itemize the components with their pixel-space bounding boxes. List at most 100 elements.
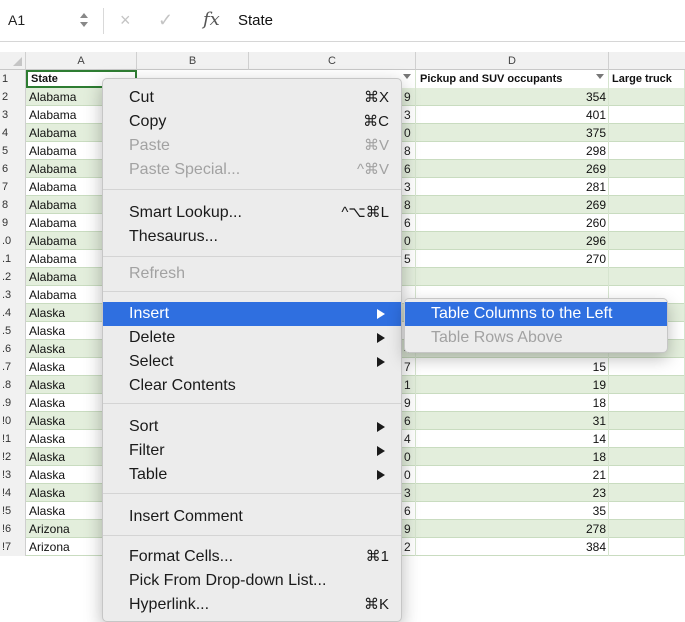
- cell-large-truck[interactable]: [609, 430, 685, 448]
- cell-large-truck[interactable]: [609, 520, 685, 538]
- row-number[interactable]: 8: [0, 196, 26, 214]
- cell-pickup[interactable]: 18: [416, 394, 609, 412]
- row-number[interactable]: !6: [0, 520, 26, 538]
- name-box-stepper-icon[interactable]: [80, 10, 90, 30]
- cell-pickup[interactable]: 23: [416, 484, 609, 502]
- cell-large-truck[interactable]: [609, 160, 685, 178]
- cell-pickup[interactable]: 281: [416, 178, 609, 196]
- row-number[interactable]: .2: [0, 268, 26, 286]
- cell-large-truck[interactable]: [609, 196, 685, 214]
- cell-pickup[interactable]: 269: [416, 160, 609, 178]
- header-cell-large-truck[interactable]: Large truck: [609, 70, 685, 88]
- cell-large-truck[interactable]: [609, 232, 685, 250]
- row-number[interactable]: 4: [0, 124, 26, 142]
- cell-pickup[interactable]: 375: [416, 124, 609, 142]
- submenu-item-table-columns-left[interactable]: Table Columns to the Left: [405, 302, 667, 326]
- menu-item-format-cells[interactable]: Format Cells... ⌘1: [103, 545, 401, 569]
- menu-item-smart-lookup[interactable]: Smart Lookup... ^⌥⌘L: [103, 201, 401, 225]
- cell-large-truck[interactable]: [609, 448, 685, 466]
- cell-large-truck[interactable]: [609, 268, 685, 286]
- cell-c[interactable]: 0: [400, 124, 416, 142]
- cell-pickup[interactable]: 401: [416, 106, 609, 124]
- filter-dropdown-icon[interactable]: [596, 74, 604, 79]
- cell-c[interactable]: 9: [400, 520, 416, 538]
- row-number[interactable]: .1: [0, 250, 26, 268]
- cell-c[interactable]: 4: [400, 430, 416, 448]
- cell-c[interactable]: 6: [400, 412, 416, 430]
- confirm-icon[interactable]: ✓: [158, 10, 173, 31]
- cell-pickup[interactable]: 278: [416, 520, 609, 538]
- cell-large-truck[interactable]: [609, 106, 685, 124]
- cell-large-truck[interactable]: [609, 484, 685, 502]
- row-number[interactable]: .3: [0, 286, 26, 304]
- row-number[interactable]: !2: [0, 448, 26, 466]
- name-box[interactable]: A1: [8, 12, 25, 28]
- row-number[interactable]: 7: [0, 178, 26, 196]
- cell-c[interactable]: 0: [400, 232, 416, 250]
- row-number[interactable]: !7: [0, 538, 26, 556]
- cell-large-truck[interactable]: [609, 502, 685, 520]
- cell-pickup[interactable]: 296: [416, 232, 609, 250]
- menu-item-clear-contents[interactable]: Clear Contents: [103, 374, 401, 398]
- cell-c[interactable]: [400, 268, 416, 286]
- row-number[interactable]: 2: [0, 88, 26, 106]
- menu-item-insert[interactable]: Insert: [103, 302, 401, 326]
- cell-c[interactable]: 9: [400, 88, 416, 106]
- row-number[interactable]: 6: [0, 160, 26, 178]
- cancel-icon[interactable]: ×: [120, 10, 131, 31]
- menu-item-copy[interactable]: Copy ⌘C: [103, 110, 401, 134]
- cell-pickup[interactable]: 15: [416, 358, 609, 376]
- cell-c[interactable]: 6: [400, 160, 416, 178]
- cell-pickup[interactable]: 270: [416, 250, 609, 268]
- cell-large-truck[interactable]: [609, 214, 685, 232]
- row-number[interactable]: 1: [0, 70, 26, 88]
- row-number[interactable]: !4: [0, 484, 26, 502]
- cell-c[interactable]: 8: [400, 142, 416, 160]
- cell-large-truck[interactable]: [609, 142, 685, 160]
- cell-pickup[interactable]: 31: [416, 412, 609, 430]
- cell-c[interactable]: 5: [400, 250, 416, 268]
- cell-large-truck[interactable]: [609, 394, 685, 412]
- cell-pickup[interactable]: 18: [416, 448, 609, 466]
- formula-input[interactable]: State: [238, 12, 273, 29]
- cell-c[interactable]: 7: [400, 358, 416, 376]
- cell-large-truck[interactable]: [609, 358, 685, 376]
- header-cell-pickup[interactable]: Pickup and SUV occupants: [416, 70, 609, 88]
- menu-item-table[interactable]: Table: [103, 463, 401, 487]
- menu-item-cut[interactable]: Cut ⌘X: [103, 86, 401, 110]
- menu-item-sort[interactable]: Sort: [103, 415, 401, 439]
- row-number[interactable]: .9: [0, 394, 26, 412]
- cell-pickup[interactable]: 19: [416, 376, 609, 394]
- row-number[interactable]: .4: [0, 304, 26, 322]
- cell-pickup[interactable]: 384: [416, 538, 609, 556]
- row-number[interactable]: .0: [0, 232, 26, 250]
- row-number[interactable]: .8: [0, 376, 26, 394]
- row-number[interactable]: 5: [0, 142, 26, 160]
- cell-c[interactable]: 6: [400, 502, 416, 520]
- column-header-a[interactable]: A: [26, 52, 137, 70]
- column-header-e[interactable]: [609, 52, 685, 70]
- cell-c[interactable]: 3: [400, 484, 416, 502]
- cell-large-truck[interactable]: [609, 538, 685, 556]
- cell-c[interactable]: 3: [400, 178, 416, 196]
- row-number[interactable]: 9: [0, 214, 26, 232]
- cell-c[interactable]: 1: [400, 376, 416, 394]
- row-number[interactable]: !1: [0, 430, 26, 448]
- column-header-c[interactable]: C: [249, 52, 416, 70]
- cell-c[interactable]: 9: [400, 394, 416, 412]
- row-number[interactable]: !5: [0, 502, 26, 520]
- cell-pickup[interactable]: 354: [416, 88, 609, 106]
- cell-large-truck[interactable]: [609, 178, 685, 196]
- menu-item-select[interactable]: Select: [103, 350, 401, 374]
- row-number[interactable]: !3: [0, 466, 26, 484]
- cell-large-truck[interactable]: [609, 376, 685, 394]
- insert-function-icon[interactable]: fx: [203, 9, 220, 30]
- column-header-d[interactable]: D: [416, 52, 609, 70]
- filter-dropdown-icon[interactable]: [403, 74, 411, 79]
- cell-large-truck[interactable]: [609, 124, 685, 142]
- cell-c[interactable]: 0: [400, 448, 416, 466]
- menu-item-hyperlink[interactable]: Hyperlink... ⌘K: [103, 593, 401, 617]
- cell-pickup[interactable]: 298: [416, 142, 609, 160]
- cell-pickup[interactable]: [416, 268, 609, 286]
- cell-pickup[interactable]: 260: [416, 214, 609, 232]
